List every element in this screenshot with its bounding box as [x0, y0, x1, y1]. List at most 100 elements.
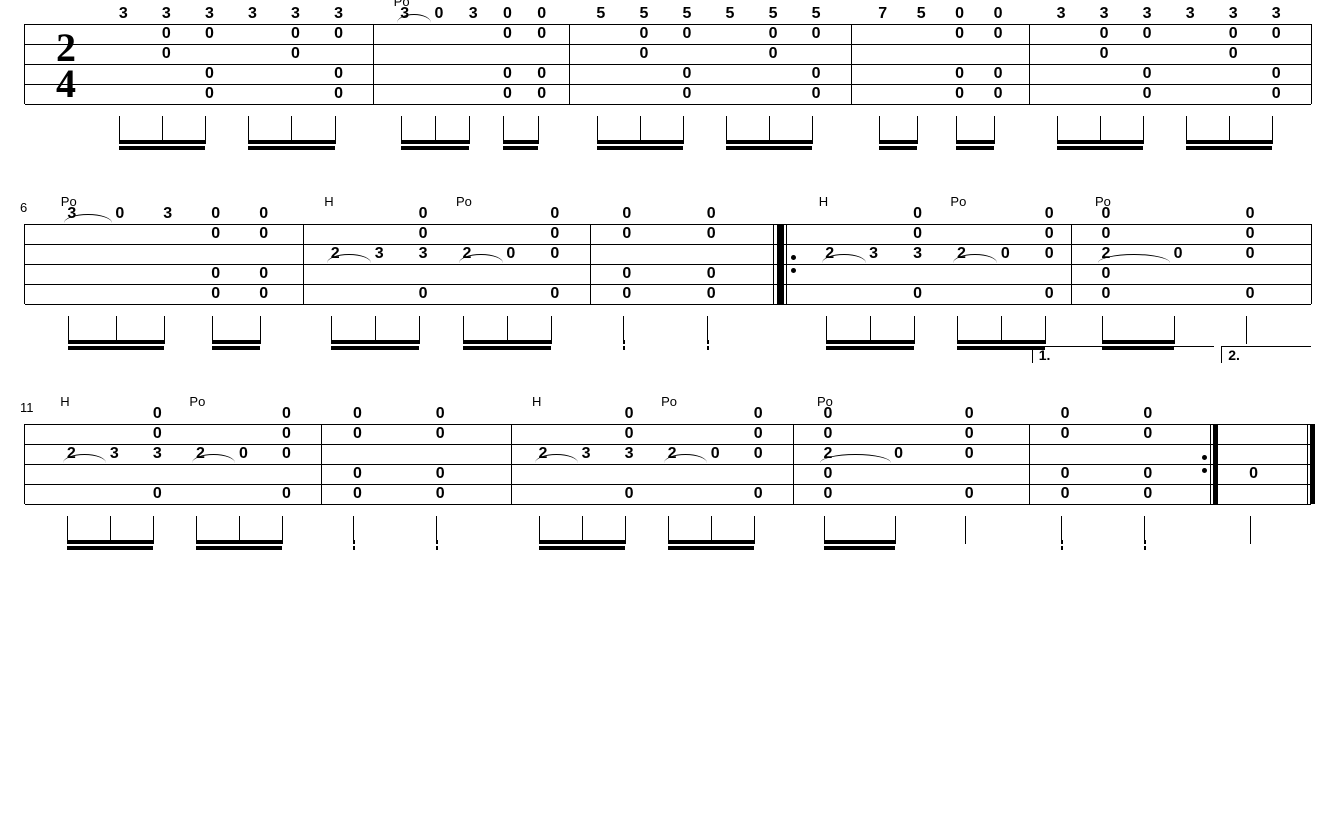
fret-number: 5: [630, 5, 658, 23]
tab-column: 3000: [615, 412, 643, 504]
fret-number: 0: [229, 445, 257, 463]
fret-number: 0: [802, 85, 830, 103]
tab-column: 300: [281, 12, 309, 104]
fret-number: 3: [154, 205, 182, 223]
fret-number: 0: [701, 445, 729, 463]
fret-number: 0: [325, 65, 353, 83]
fret-number: 0: [1035, 225, 1063, 243]
tab-column: 300: [1090, 12, 1118, 104]
tie-arc: [1098, 254, 1170, 263]
fret-number: 0: [528, 85, 556, 103]
tab-column: 0000: [984, 12, 1012, 104]
fret-number: 0: [615, 405, 643, 423]
fret-number: 0: [272, 485, 300, 503]
fret-number: 0: [697, 205, 725, 223]
barline: [1071, 224, 1072, 304]
tab-column: 3: [109, 12, 137, 104]
fret-number: 3: [459, 5, 487, 23]
fret-number: 0: [991, 245, 1019, 263]
fret-number: 0: [613, 285, 641, 303]
fret-number: 0: [1219, 45, 1247, 63]
fret-number: 0: [426, 405, 454, 423]
tab-column: 0000: [697, 212, 725, 304]
fret-number: 0: [802, 65, 830, 83]
fret-number: 0: [541, 225, 569, 243]
pull-off-label: Po: [1095, 194, 1111, 209]
fret-number: 0: [343, 425, 371, 443]
fret-number: 0: [195, 85, 223, 103]
tab-column: 0000: [250, 212, 278, 304]
fret-number: 0: [143, 485, 171, 503]
fret-number: 0: [250, 205, 278, 223]
hammer-on-label: H: [60, 394, 69, 409]
fret-number: 0: [325, 25, 353, 43]
fret-number: 5: [802, 5, 830, 23]
pull-off-label: Po: [456, 194, 472, 209]
tab-column: 3000: [904, 212, 932, 304]
pull-off-label: Po: [950, 194, 966, 209]
fret-number: 0: [1134, 425, 1162, 443]
fret-number: 0: [541, 245, 569, 263]
fret-number: 3: [615, 445, 643, 463]
fret-number: 0: [759, 25, 787, 43]
tab-column: 0: [425, 12, 453, 104]
tab-column: 0: [497, 212, 525, 304]
tab-column: 3000: [325, 12, 353, 104]
fret-number: 3: [1090, 5, 1118, 23]
fret-number: 0: [1133, 85, 1161, 103]
barline: [590, 224, 591, 304]
barline: [303, 224, 304, 304]
fret-number: 0: [409, 285, 437, 303]
fret-number: 0: [272, 425, 300, 443]
fret-number: 0: [946, 25, 974, 43]
tab-column: 0000: [343, 412, 371, 504]
fret-number: 3: [409, 245, 437, 263]
fret-number: 0: [143, 405, 171, 423]
fret-number: 0: [493, 65, 521, 83]
fret-number: 3: [904, 245, 932, 263]
fret-number: 0: [152, 25, 180, 43]
fret-number: 0: [541, 285, 569, 303]
volta-bracket: 2.: [1221, 346, 1311, 363]
tab-column: 0000: [493, 12, 521, 104]
fret-number: 3: [572, 445, 600, 463]
time-signature: 24: [51, 30, 81, 102]
tab-column: 0000: [528, 12, 556, 104]
fret-number: 3: [325, 5, 353, 23]
tab-column: 0: [229, 412, 257, 504]
barline: [321, 424, 322, 504]
fret-number: 0: [541, 205, 569, 223]
fret-number: 3: [1133, 5, 1161, 23]
tab-column: 300: [152, 12, 180, 104]
fret-number: 0: [528, 25, 556, 43]
fret-number: 0: [202, 265, 230, 283]
fret-number: 5: [716, 5, 744, 23]
fret-number: 0: [272, 445, 300, 463]
tab-column: 3: [1176, 12, 1204, 104]
fret-number: 0: [106, 205, 134, 223]
fret-number: 0: [325, 85, 353, 103]
fret-number: 0: [1236, 245, 1264, 263]
fret-number: 0: [528, 65, 556, 83]
barline: [793, 424, 794, 504]
fret-number: 0: [904, 285, 932, 303]
fret-number: 0: [1133, 65, 1161, 83]
tab-column: 0000: [955, 412, 983, 504]
fret-number: 0: [673, 65, 701, 83]
tab-column: 5: [907, 12, 935, 104]
fret-number: 0: [528, 5, 556, 23]
tab-column: 0000: [1035, 212, 1063, 304]
fret-number: 0: [673, 25, 701, 43]
staff: 3030000000023300020000000000000233000200…: [24, 224, 1312, 304]
fret-number: 0: [202, 205, 230, 223]
fret-number: 0: [426, 425, 454, 443]
fret-number: 3: [1219, 5, 1247, 23]
barline: [851, 24, 852, 104]
fret-number: 0: [425, 5, 453, 23]
fret-number: 5: [759, 5, 787, 23]
tab-column: 0: [1240, 412, 1268, 504]
tab-column: 3: [860, 212, 888, 304]
barline: [373, 24, 374, 104]
fret-number: 0: [946, 65, 974, 83]
fret-number: 0: [1035, 205, 1063, 223]
